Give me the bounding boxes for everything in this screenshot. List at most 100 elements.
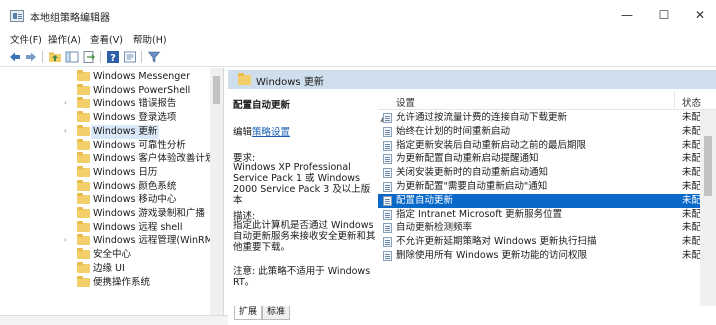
title-bar: 本地组策略编辑器 — ☐ ✕	[0, 0, 716, 30]
tree-item-label: 便携操作系统	[93, 276, 151, 288]
tree-item[interactable]: › Windows 错误报告	[64, 97, 223, 111]
tab-extended[interactable]: 扩展	[234, 306, 263, 320]
setting-row[interactable]: 关闭安装更新时的自动重新启动通知 未配置	[378, 166, 716, 180]
policy-setting-icon	[383, 223, 392, 234]
filter-icon[interactable]	[147, 50, 161, 64]
menu-help[interactable]: 帮助(H)	[133, 32, 167, 46]
chevron-right-icon[interactable]: ›	[64, 99, 72, 108]
folder-icon	[77, 248, 90, 260]
scrollbar-thumb[interactable]	[704, 136, 712, 196]
tree-item[interactable]: Windows Messenger	[64, 70, 223, 84]
tree-item[interactable]: Windows 移动中心	[64, 193, 223, 207]
column-header-state[interactable]: 状态	[682, 95, 701, 109]
policy-setting-icon	[383, 237, 392, 248]
up-folder-icon[interactable]	[48, 50, 62, 64]
setting-row[interactable]: 指定更新安装后自动重新启动之前的最后期限 未配置	[378, 139, 716, 153]
tree-item[interactable]: 便携操作系统	[64, 275, 223, 290]
tree-item[interactable]: Windows 登录选项	[64, 111, 223, 125]
show-hide-tree-icon[interactable]	[65, 50, 79, 64]
group-policy-editor-icon	[10, 10, 24, 22]
edit-policy-setting-link[interactable]: 策略设置	[252, 127, 290, 138]
tree-item[interactable]: Windows 可靠性分析	[64, 138, 223, 153]
edit-policy-line: 编辑策略设置	[233, 124, 290, 138]
folder-icon	[77, 138, 90, 150]
policy-setting-icon	[383, 209, 392, 220]
tree-item-label: Windows 移动中心	[93, 194, 177, 206]
export-list-icon[interactable]	[82, 50, 96, 64]
tree-item-label: Windows 错误报告	[93, 98, 177, 110]
svg-text:?: ?	[110, 53, 116, 64]
toolbar-separator	[141, 51, 142, 63]
chevron-right-icon[interactable]: ›	[64, 236, 72, 245]
tree-item[interactable]: 边缘 UI	[64, 261, 223, 276]
setting-name: 始终在计划的时间重新启动	[396, 125, 511, 137]
setting-name: 为更新配置"需要自动重新启动"通知	[396, 181, 548, 192]
folder-icon	[77, 165, 90, 177]
setting-row[interactable]: 允许通过按流量计费的连接自动下载更新 未配置	[378, 111, 716, 125]
toolbar-separator	[42, 51, 43, 63]
policy-setting-icon	[383, 195, 392, 206]
scrollbar-thumb[interactable]	[213, 76, 220, 104]
maximize-button[interactable]: ☐	[651, 5, 677, 25]
folder-icon	[77, 234, 90, 246]
setting-row[interactable]: 始终在计划的时间重新启动 未配置	[378, 125, 716, 139]
setting-row[interactable]: 自动更新检测频率 未配置	[378, 221, 716, 235]
setting-name: 自动更新检测频率	[396, 222, 473, 234]
setting-name: 不允许更新延期策略对 Windows 更新执行扫描	[396, 236, 597, 248]
tree-item[interactable]: Windows 游戏录制和广播	[64, 207, 223, 221]
folder-icon	[77, 275, 90, 287]
setting-row[interactable]: 删除使用所有 Windows 更新功能的访问权限 未配置	[378, 249, 716, 263]
back-icon[interactable]	[8, 50, 22, 64]
tree-item[interactable]: Windows 颜色系统	[64, 179, 223, 194]
toolbar: ?	[0, 47, 716, 67]
setting-row[interactable]: 指定 Intranet Microsoft 更新服务位置 未配置	[378, 208, 716, 222]
tree-item[interactable]: Windows PowerShell	[64, 83, 223, 98]
tree-item-label: Windows PowerShell	[93, 84, 191, 96]
setting-row-configure-automatic-updates[interactable]: 配置自动更新 未配置	[378, 193, 716, 208]
folder-icon	[77, 207, 90, 218]
setting-row[interactable]: 不允许更新延期策略对 Windows 更新执行扫描 未配置	[378, 235, 716, 249]
folder-icon	[77, 83, 90, 95]
setting-row[interactable]: 为更新配置自动重新启动提醒通知 未配置	[378, 152, 716, 166]
note-text: 注意: 此策略不适用于 Windows RT。	[233, 266, 371, 288]
menu-file[interactable]: 文件(F)	[10, 32, 42, 46]
tree-scrollbar[interactable]	[210, 68, 223, 315]
folder-icon	[77, 193, 90, 205]
menu-action[interactable]: 操作(A)	[48, 32, 81, 46]
policy-setting-icon	[383, 113, 392, 123]
column-divider[interactable]	[674, 92, 675, 108]
tree-item[interactable]: Windows 日历	[64, 165, 223, 180]
minimize-button[interactable]: —	[614, 5, 640, 25]
tree-item-label: Windows 远程管理(WinRM)	[93, 235, 217, 247]
policy-setting-icon	[383, 251, 392, 261]
tree-item[interactable]: 安全中心	[64, 248, 223, 262]
properties-icon[interactable]	[123, 50, 137, 64]
status-bar	[0, 315, 228, 325]
requirements-text: Windows XP Professional Service Pack 1 或…	[233, 162, 371, 206]
folder-icon	[77, 97, 90, 109]
policy-tree[interactable]: Windows Messenger Windows PowerShell › W…	[0, 68, 224, 315]
tree-item-windows-update[interactable]: › Windows 更新	[64, 124, 223, 139]
tree-item[interactable]: Windows 客户体验改善计划	[64, 152, 223, 166]
tree-item[interactable]: › Windows 远程管理(WinRM)	[64, 234, 223, 248]
setting-name: 指定 Intranet Microsoft 更新服务位置	[396, 208, 563, 220]
menu-view[interactable]: 查看(V)	[90, 32, 123, 46]
settings-scrollbar[interactable]	[700, 110, 716, 306]
tab-standard[interactable]: 标准	[262, 306, 291, 320]
chevron-right-icon[interactable]: ›	[64, 127, 72, 136]
policy-setting-icon	[383, 126, 392, 137]
close-button[interactable]: ✕	[687, 5, 713, 25]
settings-list[interactable]: 设置 状态 ▲ 允许通过按流量计费的连接自动下载更新 未配置 始终在计划的时间重…	[378, 90, 716, 306]
view-tabs: 扩展 标准	[228, 306, 716, 320]
setting-row[interactable]: 为更新配置"需要自动重新启动"通知 未配置	[378, 180, 716, 194]
column-header-setting[interactable]: 设置	[396, 95, 415, 109]
policy-setting-icon	[383, 140, 392, 151]
menu-bar: 文件(F) 操作(A) 查看(V) 帮助(H)	[0, 30, 716, 46]
forward-icon[interactable]	[24, 50, 38, 64]
help-icon[interactable]: ?	[106, 50, 120, 64]
folder-icon	[77, 124, 90, 136]
folder-icon	[77, 111, 90, 123]
details-header: Windows 更新	[228, 70, 716, 89]
tree-item[interactable]: Windows 远程 shell	[64, 220, 223, 235]
setting-name: 指定更新安装后自动重新启动之前的最后期限	[396, 139, 587, 151]
